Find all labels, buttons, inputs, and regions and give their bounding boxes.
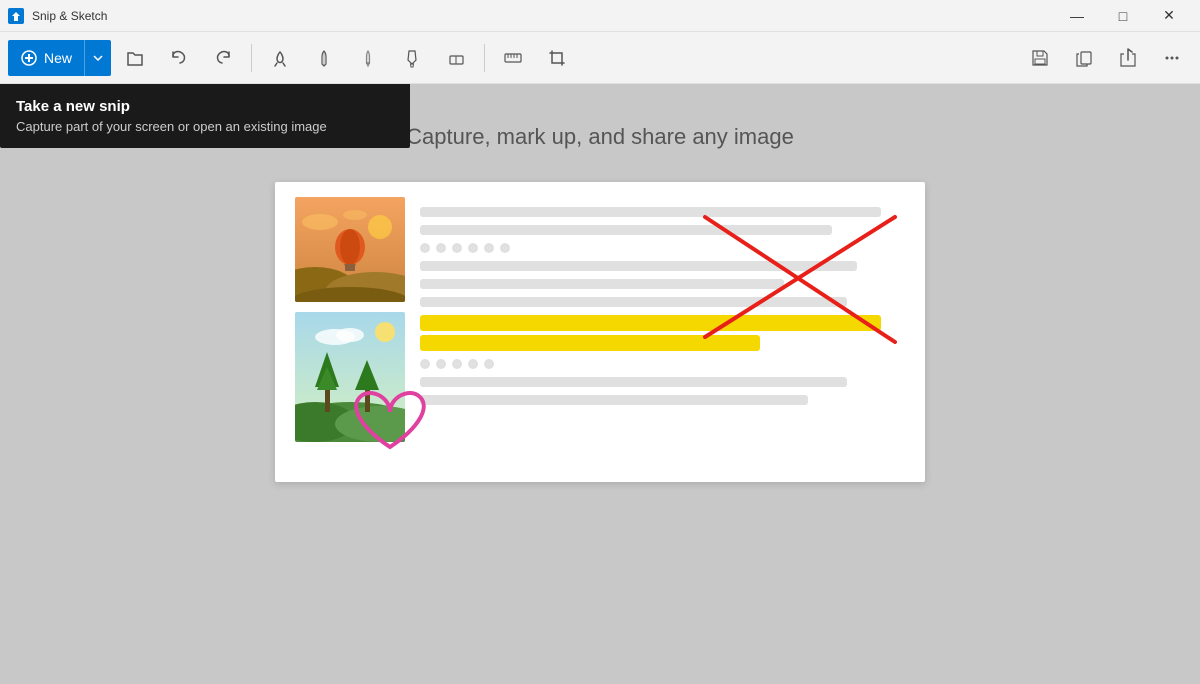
line-7	[420, 395, 808, 405]
balloon-image	[295, 197, 405, 302]
dot	[436, 359, 446, 369]
dot	[420, 243, 430, 253]
share-button[interactable]	[1108, 38, 1148, 78]
toolbar-right	[1020, 38, 1192, 78]
line-3	[420, 261, 857, 271]
illustration-card	[275, 182, 925, 482]
eraser-icon	[446, 48, 466, 68]
open-icon	[125, 48, 145, 68]
separator-2	[484, 44, 485, 72]
minimize-button[interactable]: —	[1054, 0, 1100, 32]
pencil-tool-icon	[358, 48, 378, 68]
dot-row-1	[420, 243, 905, 253]
main-heading: Capture, mark up, and share any image	[406, 124, 794, 150]
crop-button[interactable]	[537, 38, 577, 78]
line-5	[420, 297, 847, 307]
line-4	[420, 279, 784, 289]
new-button-group[interactable]: New	[8, 40, 111, 76]
crop-icon	[547, 48, 567, 68]
tooltip-title: Take a new snip	[16, 98, 394, 115]
dot-row-2	[420, 359, 905, 369]
undo-icon	[169, 48, 189, 68]
dot	[452, 243, 462, 253]
redo-icon	[213, 48, 233, 68]
content-lines	[420, 202, 905, 462]
touch-writing-icon	[270, 48, 290, 68]
open-button[interactable]	[115, 38, 155, 78]
dot	[468, 359, 478, 369]
share-icon	[1118, 48, 1138, 68]
tooltip-subtitle: Capture part of your screen or open an e…	[16, 119, 394, 134]
maximize-button[interactable]: □	[1100, 0, 1146, 32]
ballpoint-pen-icon	[314, 48, 334, 68]
dot	[484, 243, 494, 253]
dot	[468, 243, 478, 253]
separator-1	[251, 44, 252, 72]
redo-button[interactable]	[203, 38, 243, 78]
line-1	[420, 207, 881, 217]
window-controls: — □ ✕	[1054, 0, 1192, 32]
more-button[interactable]	[1152, 38, 1192, 78]
title-bar: Snip & Sketch — □ ✕	[0, 0, 1200, 32]
pencil-button[interactable]	[348, 38, 388, 78]
dot	[484, 359, 494, 369]
copy-button[interactable]	[1064, 38, 1104, 78]
new-button-label: New	[44, 50, 72, 66]
toolbar: New	[0, 32, 1200, 84]
highlighter-icon	[402, 48, 422, 68]
new-button-main[interactable]: New	[8, 40, 84, 76]
new-button-dropdown[interactable]	[84, 40, 111, 76]
close-button[interactable]: ✕	[1146, 0, 1192, 32]
highlighter-button[interactable]	[392, 38, 432, 78]
save-icon	[1030, 48, 1050, 68]
line-2	[420, 225, 832, 235]
dot	[500, 243, 510, 253]
more-icon	[1162, 48, 1182, 68]
ruler-button[interactable]	[493, 38, 533, 78]
eraser-button[interactable]	[436, 38, 476, 78]
new-snip-icon	[20, 49, 38, 67]
tooltip-popup: Take a new snip Capture part of your scr…	[0, 84, 410, 148]
highlight-line-2	[420, 335, 760, 351]
ballpoint-pen-button[interactable]	[304, 38, 344, 78]
app-title: Snip & Sketch	[32, 9, 107, 23]
undo-button[interactable]	[159, 38, 199, 78]
line-6	[420, 377, 847, 387]
highlight-line-1	[420, 315, 881, 331]
chevron-down-icon	[93, 55, 103, 61]
copy-icon	[1074, 48, 1094, 68]
dot	[452, 359, 462, 369]
dot	[420, 359, 430, 369]
touch-writing-button[interactable]	[260, 38, 300, 78]
main-content: Capture, mark up, and share any image	[0, 84, 1200, 684]
app-icon	[8, 8, 24, 24]
save-button[interactable]	[1020, 38, 1060, 78]
ruler-icon	[503, 48, 523, 68]
dot	[436, 243, 446, 253]
landscape-image	[295, 312, 405, 442]
